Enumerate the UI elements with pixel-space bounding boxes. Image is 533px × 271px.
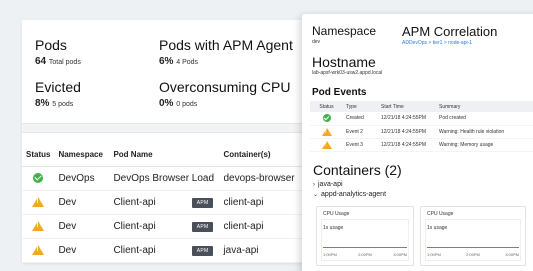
apm-badge: APM (191, 245, 214, 256)
row-pod-name[interactable]: DevOps Browser Load (113, 173, 214, 184)
header-status[interactable]: Status (22, 144, 55, 167)
header-pod-name[interactable]: Pod Name (109, 144, 220, 167)
ok-status-icon (322, 114, 331, 123)
overconsuming-sub: 0 pods (176, 101, 198, 108)
apm-correlation-link[interactable]: ADDevOps > tier1 > node-api-1 (402, 40, 472, 46)
table-row[interactable]: DevOps DevOps Browser Load devops-browse… (22, 166, 322, 191)
event-type: Event 2 (343, 125, 378, 139)
event-row[interactable]: Event 2 12/21/18 4:24:55PM Warning: Heal… (310, 125, 533, 139)
ok-status-icon (33, 172, 44, 183)
container-name: java-api (318, 181, 343, 188)
hostname-value: lab-apsf-wrk03-usw2.appd.local (312, 70, 383, 76)
pods-metric: Pods 64 Total pods (35, 37, 81, 69)
pods-table-header: Status Namespace Pod Name Container(s) (22, 144, 322, 167)
evicted-value: 8% (35, 98, 50, 109)
apm-pods-label: Pods with APM Agent (159, 37, 293, 53)
event-summary: Warning: Health rule violation (436, 125, 533, 139)
container-item-appd-analytics-agent[interactable]: ⌄ appd-analytics-agent (313, 191, 386, 198)
namespace-value: dev (312, 39, 321, 45)
row-namespace: Dev (54, 190, 110, 215)
tick-label: 3:00PM (505, 252, 519, 257)
table-row[interactable]: Dev Client-apiAPM java-api (22, 238, 322, 263)
header-namespace[interactable]: Namespace (54, 144, 110, 167)
overconsuming-metric: Overconsuming CPU 0% 0 pods (159, 79, 291, 111)
row-namespace: DevOps (54, 166, 110, 191)
warning-status-icon (321, 140, 332, 149)
tick-label: 2:00PM (358, 252, 372, 257)
warning-status-icon (32, 220, 45, 231)
cpu-usage-card[interactable]: CPU Usage 1x usage 1:00PM 2:00PM 3:00PM (316, 206, 414, 266)
events-header-summary[interactable]: Summary (436, 101, 533, 112)
apm-correlation-label: APM Correlation (402, 24, 498, 39)
cpu-usage-card[interactable]: CPU Usage 1x usage 1:00PM 2:00PM 3:00PM (420, 206, 526, 266)
event-type: Event 3 (343, 138, 378, 152)
tick-label: 1:00PM (323, 252, 337, 257)
event-summary: Warning: Memory usage (436, 138, 533, 152)
section-divider (22, 123, 322, 133)
card-title: CPU Usage (427, 211, 454, 217)
pods-sub: Total pods (48, 59, 81, 66)
warning-status-icon (32, 196, 45, 207)
row-namespace: Dev (54, 214, 110, 239)
apm-badge: APM (191, 197, 214, 208)
usage-line (427, 247, 519, 248)
overconsuming-value: 0% (159, 98, 174, 109)
apm-pods-metric: Pods with APM Agent 6% 4 Pods (159, 37, 293, 69)
pods-summary: Pods 64 Total pods Pods with APM Agent 6… (22, 20, 322, 123)
tick-label: 1:00PM (427, 252, 441, 257)
event-summary: Pod created (436, 112, 533, 126)
time-ticks: 1:00PM 2:00PM 3:00PM (427, 252, 519, 257)
card-value: 1x usage (427, 225, 448, 231)
table-row[interactable]: Dev Client-apiAPM client-api (22, 190, 322, 215)
events-table-header: Status Type Start Time Summary (310, 101, 533, 112)
pods-table: Status Namespace Pod Name Container(s) D… (22, 144, 322, 263)
warning-status-icon (32, 244, 45, 255)
event-time: 12/21/18 4:24:55PM (378, 112, 436, 126)
event-row[interactable]: Event 3 12/21/18 4:24:55PM Warning: Memo… (310, 138, 533, 152)
chevron-right-icon: › (313, 182, 315, 188)
evicted-sub: 5 pods (52, 101, 74, 108)
row-namespace: Dev (54, 238, 110, 263)
chevron-down-icon: ⌄ (313, 192, 319, 198)
event-type: Created (343, 112, 378, 126)
warning-status-icon (321, 127, 332, 136)
pod-detail-panel: Namespace dev APM Correlation ADDevOps >… (302, 14, 533, 271)
pods-value: 64 (35, 56, 47, 67)
row-pod-name[interactable]: Client-api (113, 197, 155, 208)
container-item-java-api[interactable]: › java-api (313, 181, 343, 188)
apm-badge: APM (191, 221, 214, 232)
event-time: 12/21/18 4:24:55PM (378, 138, 436, 152)
apm-pods-sub: 4 Pods (176, 59, 199, 66)
cluster-overview-panel: Pods 64 Total pods Pods with APM Agent 6… (22, 20, 322, 263)
containers-title: Containers (2) (313, 162, 402, 178)
time-ticks: 1:00PM 2:00PM 3:00PM (323, 252, 407, 257)
events-header-start-time[interactable]: Start Time (378, 101, 436, 112)
pod-events-title: Pod Events (312, 87, 367, 98)
usage-line (323, 247, 407, 248)
events-header-status[interactable]: Status (310, 101, 343, 112)
event-row[interactable]: Created 12/21/18 4:24:55PM Pod created (310, 112, 533, 126)
row-pod-name[interactable]: Client-api (113, 221, 155, 232)
pod-events-table: Status Type Start Time Summary Created 1… (310, 101, 533, 152)
apm-pods-value: 6% (159, 56, 174, 67)
tick-label: 3:00PM (393, 252, 407, 257)
event-time: 12/21/18 4:24:55PM (378, 125, 436, 139)
table-row[interactable]: Dev Client-apiAPM client-api (22, 214, 322, 239)
evicted-label: Evicted (35, 79, 81, 95)
events-header-type[interactable]: Type (343, 101, 378, 112)
namespace-label: Namespace (312, 24, 377, 38)
tick-label: 2:00PM (466, 252, 480, 257)
card-title: CPU Usage (323, 211, 350, 217)
container-name: appd-analytics-agent (321, 191, 387, 198)
row-pod-name[interactable]: Client-api (113, 245, 155, 256)
card-value: 1x usage (323, 225, 344, 231)
hostname-label: Hostname (312, 54, 376, 70)
overconsuming-label: Overconsuming CPU (159, 79, 291, 95)
pods-label: Pods (35, 37, 67, 53)
evicted-metric: Evicted 8% 5 pods (35, 79, 81, 111)
